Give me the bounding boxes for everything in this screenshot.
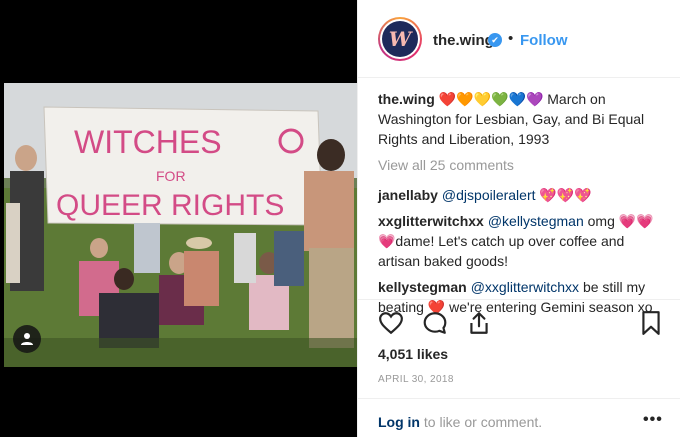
likes-count[interactable]: 4,051 likes [378, 346, 448, 362]
protest-photo-illustration: WITCHES FOR QUEER RIGHTS [4, 83, 357, 367]
banner-text-witches: WITCHES [74, 124, 222, 160]
caption-emoji: ❤️🧡💛💚💙💜 [438, 91, 544, 107]
post-header: W the.wing ✔ • Follow [358, 0, 680, 78]
avatar[interactable]: W [378, 17, 422, 61]
banner-text-for: FOR [156, 168, 186, 184]
view-all-comments-link[interactable]: View all 25 comments [378, 155, 670, 175]
banner-text-queer-rights: QUEER RIGHTS [56, 189, 284, 222]
user-tag-icon [21, 333, 33, 345]
avatar-logo-letter: W [388, 27, 412, 51]
user-tag-button[interactable] [13, 325, 41, 353]
post-media: WITCHES FOR QUEER RIGHTS [0, 0, 357, 437]
comment-item: janellaby @djspoileralert 💖💖💖 [378, 185, 670, 205]
comment-text: 💖💖💖 [535, 187, 592, 203]
comments-section: the.wing ❤️🧡💛💚💙💜 March on Washington for … [378, 89, 670, 323]
comment-author[interactable]: janellaby [378, 187, 438, 203]
comment-mention[interactable]: @xxglitterwitchxx [471, 279, 579, 295]
comment-mention[interactable]: @djspoileralert [442, 187, 536, 203]
verified-badge-icon: ✔ [488, 33, 502, 47]
avatar-ring: W [380, 19, 420, 59]
follow-button[interactable]: Follow [520, 32, 568, 49]
login-suffix: to like or comment. [420, 414, 543, 430]
post-footer: Log in to like or comment. ••• [358, 398, 680, 437]
comment-mention[interactable]: @kellystegman [488, 213, 584, 229]
more-options-icon[interactable]: ••• [643, 411, 663, 429]
avatar-logo: W [382, 21, 418, 57]
heart-icon[interactable] [378, 310, 404, 336]
post-side-panel: W the.wing ✔ • Follow the.wing ❤️🧡💛💚💙💜 Ma… [357, 0, 680, 437]
comment-author[interactable]: kellystegman [378, 279, 467, 295]
login-prompt: Log in to like or comment. [378, 414, 542, 430]
comment-author[interactable]: xxglitterwitchxx [378, 213, 484, 229]
bookmark-icon[interactable] [638, 310, 664, 336]
header-separator: • [508, 30, 514, 47]
post-actions: 4,051 likes APRIL 30, 2018 [358, 299, 680, 399]
post-date: APRIL 30, 2018 [378, 374, 454, 385]
login-link[interactable]: Log in [378, 414, 420, 430]
share-icon[interactable] [466, 310, 492, 336]
caption: the.wing ❤️🧡💛💚💙💜 March on Washington for … [378, 89, 670, 149]
caption-author[interactable]: the.wing [378, 91, 435, 107]
post-photo[interactable]: WITCHES FOR QUEER RIGHTS [4, 83, 357, 367]
comment-icon[interactable] [422, 310, 448, 336]
comment-item: xxglitterwitchxx @kellystegman omg 💗💗💗dam… [378, 211, 670, 271]
post-username[interactable]: the.wing [433, 32, 494, 49]
